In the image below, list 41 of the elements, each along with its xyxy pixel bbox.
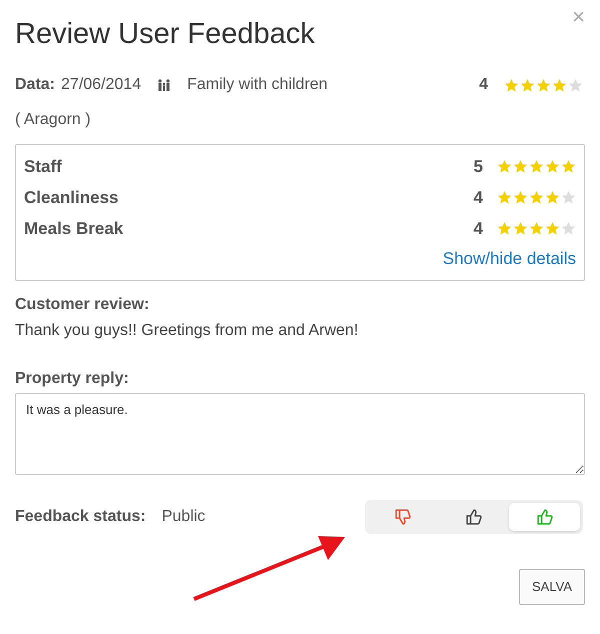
rating-label: Meals Break <box>24 218 124 240</box>
review-text: Thank you guys!! Greetings from me and Arwen! <box>15 320 360 340</box>
star-filled-icon <box>513 159 528 174</box>
rating-score: 5 <box>474 156 483 178</box>
traveller-type: Family with children <box>187 75 328 95</box>
star-filled-icon <box>497 190 512 205</box>
star-filled-icon <box>545 159 560 174</box>
thumbs-up-icon <box>536 508 554 524</box>
star-filled-icon <box>504 78 519 92</box>
status-label: Feedback status: <box>15 506 146 526</box>
star-filled-icon <box>545 221 560 236</box>
date-label: Data: <box>15 75 56 95</box>
rating-score: 4 <box>474 186 483 209</box>
star-filled-icon <box>497 221 512 236</box>
star-filled-icon <box>497 159 512 174</box>
star-filled-icon <box>520 78 535 92</box>
rating-label: Cleanliness <box>24 186 118 209</box>
star-filled-icon <box>529 190 544 205</box>
star-filled-icon <box>513 190 528 205</box>
thumbs-down-icon <box>394 508 412 524</box>
star-filled-icon <box>529 221 544 236</box>
reply-field[interactable]: It was a pleasure. <box>15 392 585 474</box>
star-filled-icon <box>529 159 544 174</box>
family-icon <box>157 79 172 91</box>
star-filled-icon <box>552 78 567 92</box>
guest-name: ( Aragorn ) <box>15 110 92 130</box>
dialog-title: Review User Feedback <box>15 17 315 52</box>
star-filled-icon <box>561 159 576 174</box>
status-value: Public <box>162 506 206 526</box>
rating-score: 4 <box>474 218 483 240</box>
details-link[interactable]: Show/hide details <box>442 246 576 272</box>
date-value: 27/06/2014 <box>61 75 142 95</box>
star-filled-icon <box>536 78 551 92</box>
star-filled-icon <box>513 221 528 236</box>
rating-label: Staff <box>24 156 62 178</box>
save-button[interactable]: SALVA <box>519 568 585 604</box>
thumbs-up-icon <box>465 508 483 524</box>
reply-label: Property reply: <box>15 368 130 388</box>
star-filled-icon <box>545 190 560 205</box>
review-label: Customer review: <box>15 294 150 314</box>
overall-score: 4 <box>479 75 488 95</box>
